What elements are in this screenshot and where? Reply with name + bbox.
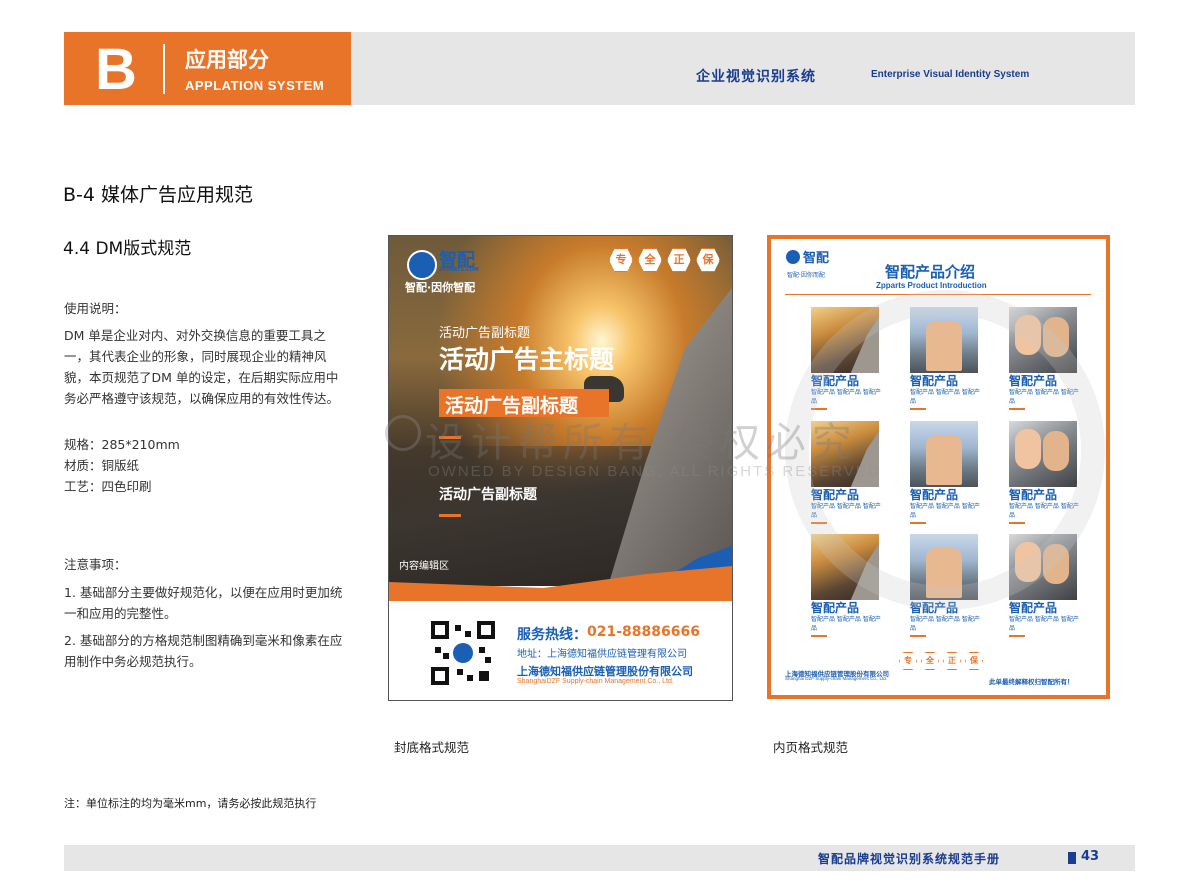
badge-bao: 保 (965, 652, 983, 670)
badge-quan: 全 (921, 652, 939, 670)
product-desc: 智配产品 智配产品 智配产品 (1009, 616, 1079, 632)
section-title-cn: 应用部分 (185, 48, 269, 72)
system-title-en: Enterprise Visual Identity System (871, 69, 1030, 80)
spec-size: 规格：285*210mm (64, 437, 180, 452)
cover-main-title: 活动广告主标题 (439, 345, 615, 374)
inner-title-en: Zpparts Product Introduction (876, 281, 987, 290)
product-desc: 智配产品 智配产品 智配产品 (910, 616, 980, 632)
header-divider (163, 44, 165, 94)
inner-company-en: Shanghai DZF Supply-chain Management Co.… (785, 676, 888, 681)
inner-rights-note: 此单最终解释权归智配所有！ (989, 678, 1074, 686)
content-area-label: 内容编辑区 (399, 561, 449, 572)
notes-heading: 注意事项： (64, 557, 127, 572)
product-dash (811, 635, 827, 637)
cover-caption: 封底格式规范 (394, 740, 470, 755)
unit-footnote: 注：单位标注的均为毫米mm，请务必按此规范执行 (64, 797, 317, 810)
notes-list: 1. 基础部分主要做好规范化，以便在应用时更加统一和应用的完整性。 2. 基础部… (64, 582, 349, 672)
note-item: 2. 基础部分的方格规范制图精确到毫米和像素在应用制作中务必规范执行。 (64, 633, 343, 669)
product-name: 智配产品 (1009, 601, 1058, 615)
watermark-text-en: OWNED BY DESIGN BANG, ALL RIGHTS RESERVE… (428, 463, 881, 480)
usage-paragraph: DM 单是企业对内、对外交换信息的重要工具之一，其代表企业的形象，同时展现企业的… (64, 328, 340, 406)
badge-zheng: 正 (943, 652, 961, 670)
section-letter: B (95, 37, 137, 102)
footer-marker-icon (1068, 852, 1076, 864)
hotline-label: 服务热线： (517, 627, 587, 643)
qr-code-icon (431, 621, 495, 685)
cover-company-en: ShanghaiDZF Supply-chain Management Co.,… (517, 678, 674, 685)
page-subtitle: 4.4 DM版式规范 (63, 239, 192, 259)
watermark-logo-icon (385, 415, 421, 451)
spec-list: 规格：285*210mm 材质：铜版纸 工艺：四色印刷 (64, 434, 180, 497)
footer-manual-title: 智配品牌视觉识别系统规范手册 (818, 852, 1001, 866)
page-number: 43 (1081, 849, 1100, 864)
page-title: B-4 媒体广告应用规范 (63, 184, 254, 206)
spec-process: 工艺：四色印刷 (64, 479, 152, 494)
product-desc: 智配产品 智配产品 智配产品 (811, 616, 881, 632)
section-title-en: APPLATION SYSTEM (185, 78, 325, 93)
watermark-text: 设计帮所有 侵权必究 (425, 420, 858, 466)
inner-slogan: 智配·因你而配 (787, 272, 825, 279)
spec-material: 材质：铜版纸 (64, 458, 140, 473)
brand-logo-icon (407, 250, 437, 280)
product-dash (1009, 635, 1025, 637)
usage-heading: 使用说明： (64, 301, 127, 316)
product-dash (910, 635, 926, 637)
cover-address: 地址：上海德知福供应链管理有限公司 (517, 649, 687, 660)
note-item: 1. 基础部分主要做好规范化，以便在应用时更加统一和应用的完整性。 (64, 585, 343, 621)
inner-caption: 内页格式规范 (773, 740, 849, 755)
cover-slogan: 智配·因你智配 (405, 281, 476, 294)
brand-logo-text: 智配 (803, 251, 830, 266)
badge-zhuan: 专 (899, 652, 917, 670)
cover-company: 上海德知福供应链管理股份有限公司 (517, 665, 693, 678)
hotline-number: 021-88886666 (587, 624, 700, 640)
brand-logo-icon (785, 249, 801, 265)
cover-subtitle-3: 活动广告副标题 (439, 487, 537, 503)
brand-logo-sub: ZPPARTS.COM (439, 267, 479, 273)
cover-dash (439, 514, 461, 517)
cover-subtitle-1: 活动广告副标题 (439, 326, 531, 341)
inner-title: 智配产品介绍 (885, 263, 976, 281)
system-title-cn: 企业视觉识别系统 (696, 69, 816, 85)
product-name: 智配产品 (811, 601, 860, 615)
